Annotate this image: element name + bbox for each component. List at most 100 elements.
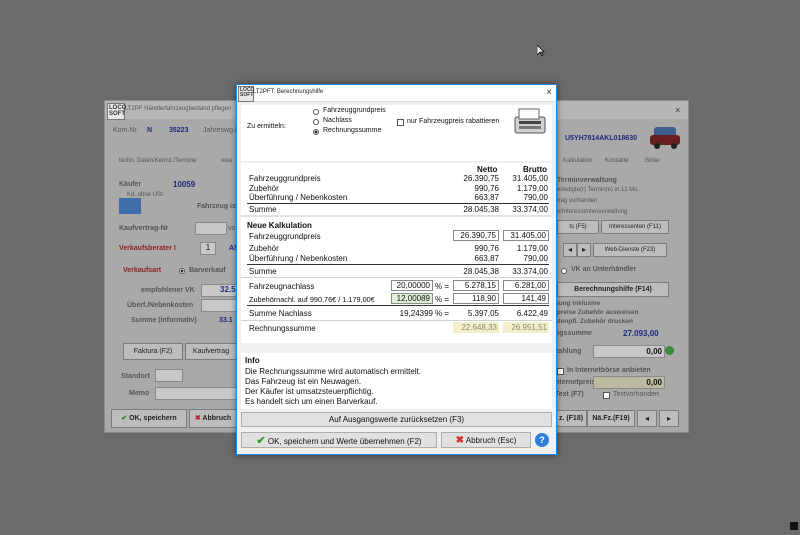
inkl-line-3: stenpfl. Zubehör drucken [555, 318, 634, 325]
zahlung-field[interactable]: 0,00 [593, 345, 665, 358]
new-row-brutto: 1.179,00 [516, 244, 548, 253]
ok-speichern-button[interactable]: ✔ OK, speichern und Werte übernehmen (F2… [241, 432, 437, 448]
ngssumme-label: ngssumme [555, 330, 592, 337]
internetboerse-label: In Internetbörse anbieten [567, 367, 651, 374]
section-separator [241, 320, 552, 321]
kaeufer-value: 10059 [173, 180, 196, 189]
verkaufsberater-select[interactable]: 1 [200, 242, 216, 255]
info-panel: Info Die Rechnungssumme wird automatisch… [241, 353, 552, 409]
kaufvertrag-label: Kaufvertrag-Nr [119, 225, 169, 232]
orig-row-brutto: 31.405,00 [512, 174, 548, 183]
background-window-title: LT2PF Händlerfahrzeugbestand pflegen [125, 106, 232, 112]
divider [247, 305, 549, 306]
calculator-icon [513, 107, 547, 137]
berechnungshilfe-button[interactable]: Berechnungshilfe (F14) [557, 282, 669, 297]
barverkauf-label: Barverkauf [189, 267, 226, 274]
interessenten-button[interactable]: Interessenten (F11) [601, 220, 669, 234]
radio-fahrzeuggrundpreis[interactable] [313, 108, 319, 117]
zubehoernachlass-netto-input[interactable]: 118,90 [453, 293, 499, 304]
orig-row-label: Fahrzeuggrundpreis [249, 174, 321, 183]
text-f7-label[interactable]: Text (F7) [555, 391, 584, 398]
new-summe-label: Summe [249, 267, 277, 276]
zahlung-label: zahlung [555, 348, 582, 355]
termin-line-3: n/Interessentenverwaltung [557, 209, 628, 215]
bg-next-button[interactable]: ▸ [659, 410, 679, 427]
nur-fahrzeugpreis-checkbox[interactable] [397, 119, 404, 128]
f18-button[interactable]: z. (F18) [555, 410, 587, 427]
reset-button[interactable]: Auf Ausgangswerte zurücksetzen (F3) [241, 412, 552, 427]
vk-haendler-label: VK an Unterhändler [571, 266, 637, 273]
ueberf-field[interactable] [201, 299, 237, 312]
vk-haendler-radio[interactable] [561, 267, 567, 276]
info-line: Das Fahrzeug ist ein Neuwagen. [245, 377, 362, 386]
zubehoernachlass-brutto-input[interactable]: 141,49 [503, 293, 549, 304]
tab-kalkulation[interactable]: Kalkulation [563, 158, 592, 164]
zubehoernachlass-pct-input[interactable]: 12,00089 [391, 293, 433, 304]
new-row-label: Zubehör [249, 244, 279, 253]
radio-rechnungssumme-label: Rechnungssumme [323, 127, 382, 134]
abbruch-button[interactable]: ✖ Abbruch (Esc) [441, 432, 531, 448]
kaufvertrag-button[interactable]: Kaufvertrag [185, 343, 237, 360]
kaufvertrag-input[interactable] [195, 222, 227, 235]
info-line: Die Rechnungssumme wird automatisch ermi… [245, 367, 422, 376]
pct-equals: % = [435, 295, 450, 304]
orig-summe-brutto: 33.374,00 [512, 205, 548, 214]
tab-bilder[interactable]: Bilder [645, 158, 660, 164]
barverkauf-radio[interactable] [179, 267, 185, 276]
locosoft-logo: LOCO SOFT [107, 103, 126, 120]
zahlung-plus-icon[interactable] [665, 346, 674, 355]
car-icon [650, 121, 684, 151]
internetboerse-checkbox[interactable] [557, 368, 564, 377]
tab-kontakte[interactable]: Kontakte [605, 158, 629, 164]
bg-abbruch-button[interactable]: ✖ Abbruch [189, 409, 237, 428]
textvorhanden-checkbox[interactable] [603, 392, 610, 401]
new-fahrzeuggrundpreis-brutto-input[interactable]: 31.405,00 [503, 230, 549, 241]
dialog-close-icon[interactable]: × [546, 87, 552, 98]
new-row-brutto: 790,00 [523, 254, 548, 263]
summe-informativ-value: 33.1 [219, 317, 233, 324]
internetpreis-field[interactable]: 0,00 [593, 376, 665, 389]
radio-nachlass[interactable] [313, 118, 319, 127]
info-line: Der Käufer ist umsatzsteuerpflichtig. [245, 387, 374, 396]
empf-vk-field[interactable]: 32.5 [201, 284, 237, 297]
fahrzeugnachlass-netto-input[interactable]: 5.278,15 [453, 280, 499, 291]
zu-ermitteln-panel: Zu ermitteln: Fahrzeuggrundpreis Nachlas… [241, 105, 552, 161]
standort-input[interactable] [155, 369, 183, 382]
faktura-button[interactable]: Faktura (F2) [123, 343, 183, 360]
netto-header: Netto [477, 165, 498, 174]
vin-display: U5YH7814AKL018630 [565, 135, 637, 142]
web-dienste-button[interactable]: Web-Dienste (F23) [593, 243, 667, 257]
orig-summe-label: Summe [249, 205, 277, 214]
tab-techn-daten[interactable]: techn. Daten/Kennz./Termine [119, 158, 196, 164]
summe-nachlass-label: Summe Nachlass [249, 309, 312, 318]
orig-row-label: Überführung / Nebenkosten [249, 193, 348, 202]
zubehoernachlass-label: Zubehörnachl. auf 990,76€ / 1.179,00€ [249, 295, 375, 304]
new-fahrzeuggrundpreis-netto-input[interactable]: 26.390,75 [453, 230, 499, 241]
f19-button[interactable]: Nä.Fz.(F19) [587, 410, 635, 427]
abbruch-label: Abbruch (Esc) [465, 436, 517, 445]
ts-f5-button[interactable]: ts (F5) [557, 220, 599, 234]
dialog-title: LT2PFT: Berechnungshilfe [253, 89, 324, 95]
radio-rechnungssumme[interactable] [313, 128, 319, 137]
rechnungssumme-netto: 22.648,33 [453, 322, 499, 333]
pct-equals: % = [435, 282, 450, 291]
customer-icon[interactable] [119, 198, 141, 214]
fahrzeugnachlass-pct-input[interactable]: 20,00000 [391, 280, 433, 291]
jahreswagen-label: Jahreswg.K [203, 127, 240, 134]
rechnungssumme-label: Rechnungssumme [249, 324, 316, 333]
prev-arrow-button[interactable]: ◂ [563, 243, 577, 257]
dialog-title-bar: LOCO SOFT LT2PFT: Berechnungshilfe × [237, 85, 556, 102]
checkmark-icon: ✔ [256, 435, 266, 447]
bg-prev-button[interactable]: ◂ [637, 410, 657, 427]
background-close-icon[interactable]: × [675, 105, 680, 115]
fahrzeugnachlass-brutto-input[interactable]: 6.281,00 [503, 280, 549, 291]
help-icon[interactable]: ? [535, 433, 549, 447]
next-arrow-button[interactable]: ▸ [577, 243, 591, 257]
bg-ok-button[interactable]: ✔ OK, speichern [111, 409, 187, 428]
section-separator [241, 277, 552, 278]
fahrzeug-ist-label: Fahrzeug ist [197, 203, 239, 210]
tab-wea[interactable]: wea [221, 158, 232, 164]
nur-fahrzeugpreis-label: nur Fahrzeugpreis rabattieren [407, 118, 500, 125]
corner-grip-icon [790, 522, 798, 530]
memo-input[interactable] [155, 387, 237, 400]
